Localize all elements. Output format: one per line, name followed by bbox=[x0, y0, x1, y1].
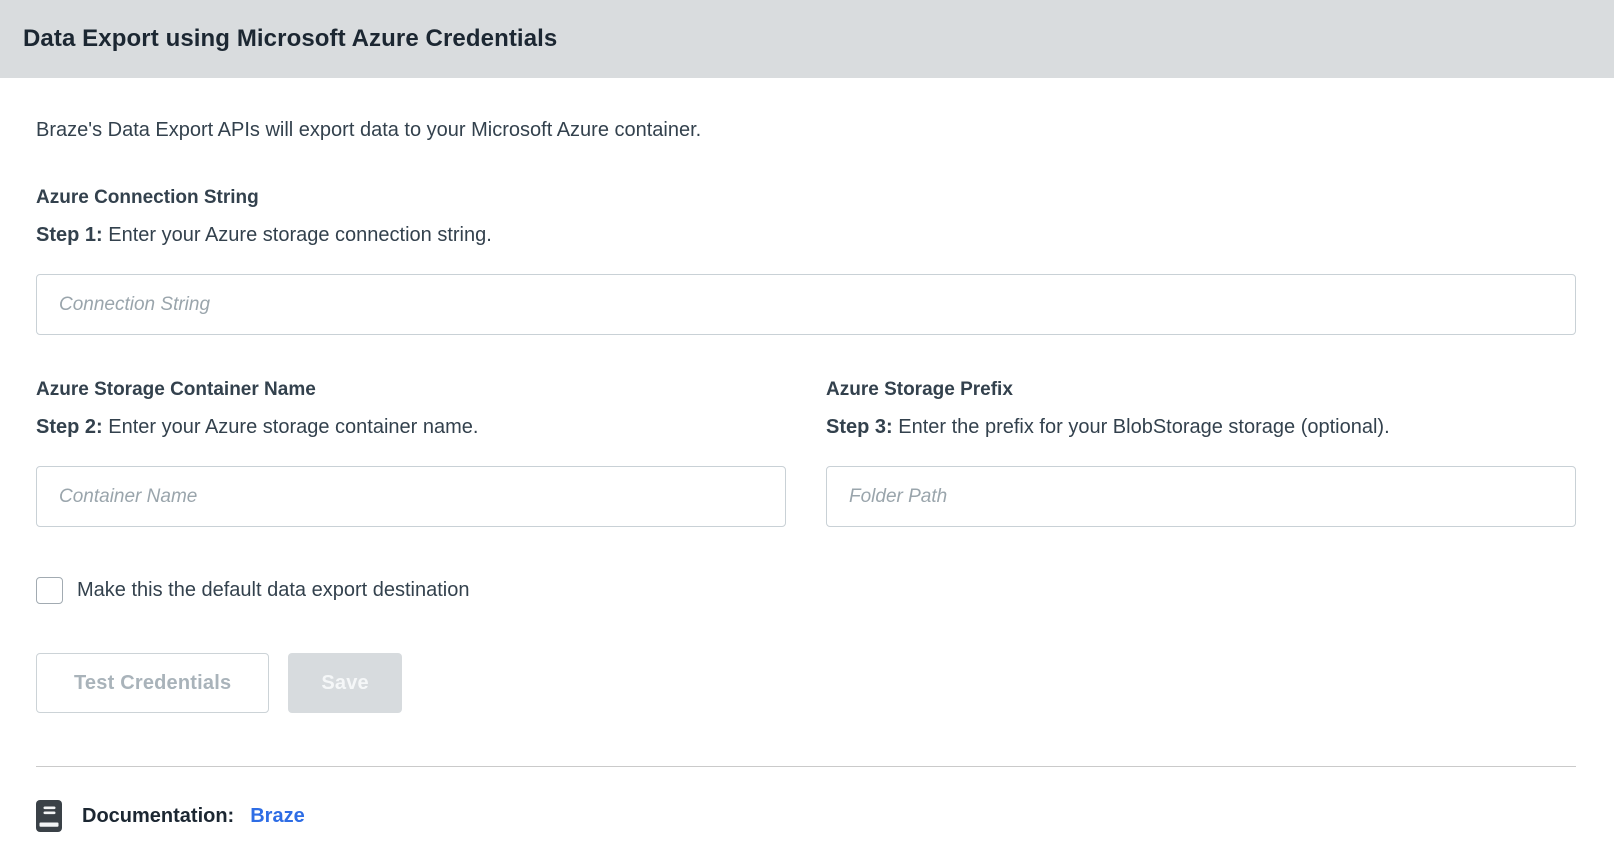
step-2-label: Step 2: bbox=[36, 416, 103, 438]
container-name-step: Step 2: Enter your Azure storage contain… bbox=[36, 416, 786, 439]
section-divider bbox=[36, 766, 1576, 767]
connection-string-input[interactable] bbox=[36, 274, 1576, 335]
connection-string-section: Azure Connection String Step 1: Enter yo… bbox=[36, 187, 1576, 335]
panel-header: Data Export using Microsoft Azure Creden… bbox=[0, 0, 1614, 78]
container-and-prefix-row: Azure Storage Container Name Step 2: Ent… bbox=[36, 335, 1576, 527]
documentation-braze-link[interactable]: Braze bbox=[250, 805, 304, 828]
default-destination-row: Make this the default data export destin… bbox=[36, 577, 1576, 604]
test-credentials-button[interactable]: Test Credentials bbox=[36, 653, 270, 713]
connection-string-step: Step 1: Enter your Azure storage connect… bbox=[36, 224, 1576, 247]
book-icon bbox=[36, 800, 62, 832]
azure-credentials-form: Braze's Data Export APIs will export dat… bbox=[0, 119, 1614, 832]
intro-text: Braze's Data Export APIs will export dat… bbox=[36, 119, 702, 141]
action-buttons: Test Credentials Save bbox=[36, 653, 1576, 713]
step-1-label: Step 1: bbox=[36, 224, 103, 246]
save-button[interactable]: Save bbox=[288, 653, 402, 713]
storage-prefix-heading: Azure Storage Prefix bbox=[826, 379, 1013, 400]
documentation-label: Documentation: bbox=[82, 804, 235, 827]
container-name-input[interactable] bbox=[36, 466, 786, 527]
page-title: Data Export using Microsoft Azure Creden… bbox=[23, 25, 558, 52]
default-destination-label: Make this the default data export destin… bbox=[77, 579, 470, 601]
step-3-text: Enter the prefix for your BlobStorage st… bbox=[898, 416, 1390, 438]
connection-string-heading: Azure Connection String bbox=[36, 187, 259, 208]
step-3-label: Step 3: bbox=[826, 416, 893, 438]
container-name-heading: Azure Storage Container Name bbox=[36, 379, 316, 400]
step-1-text: Enter your Azure storage connection stri… bbox=[108, 224, 492, 246]
storage-prefix-step: Step 3: Enter the prefix for your BlobSt… bbox=[826, 416, 1576, 439]
container-name-section: Azure Storage Container Name Step 2: Ent… bbox=[36, 335, 786, 527]
default-destination-checkbox[interactable] bbox=[36, 577, 63, 604]
storage-prefix-section: Azure Storage Prefix Step 3: Enter the p… bbox=[826, 335, 1576, 527]
folder-path-input[interactable] bbox=[826, 466, 1576, 527]
documentation-row: Documentation: Braze bbox=[36, 800, 1576, 832]
step-2-text: Enter your Azure storage container name. bbox=[108, 416, 479, 438]
